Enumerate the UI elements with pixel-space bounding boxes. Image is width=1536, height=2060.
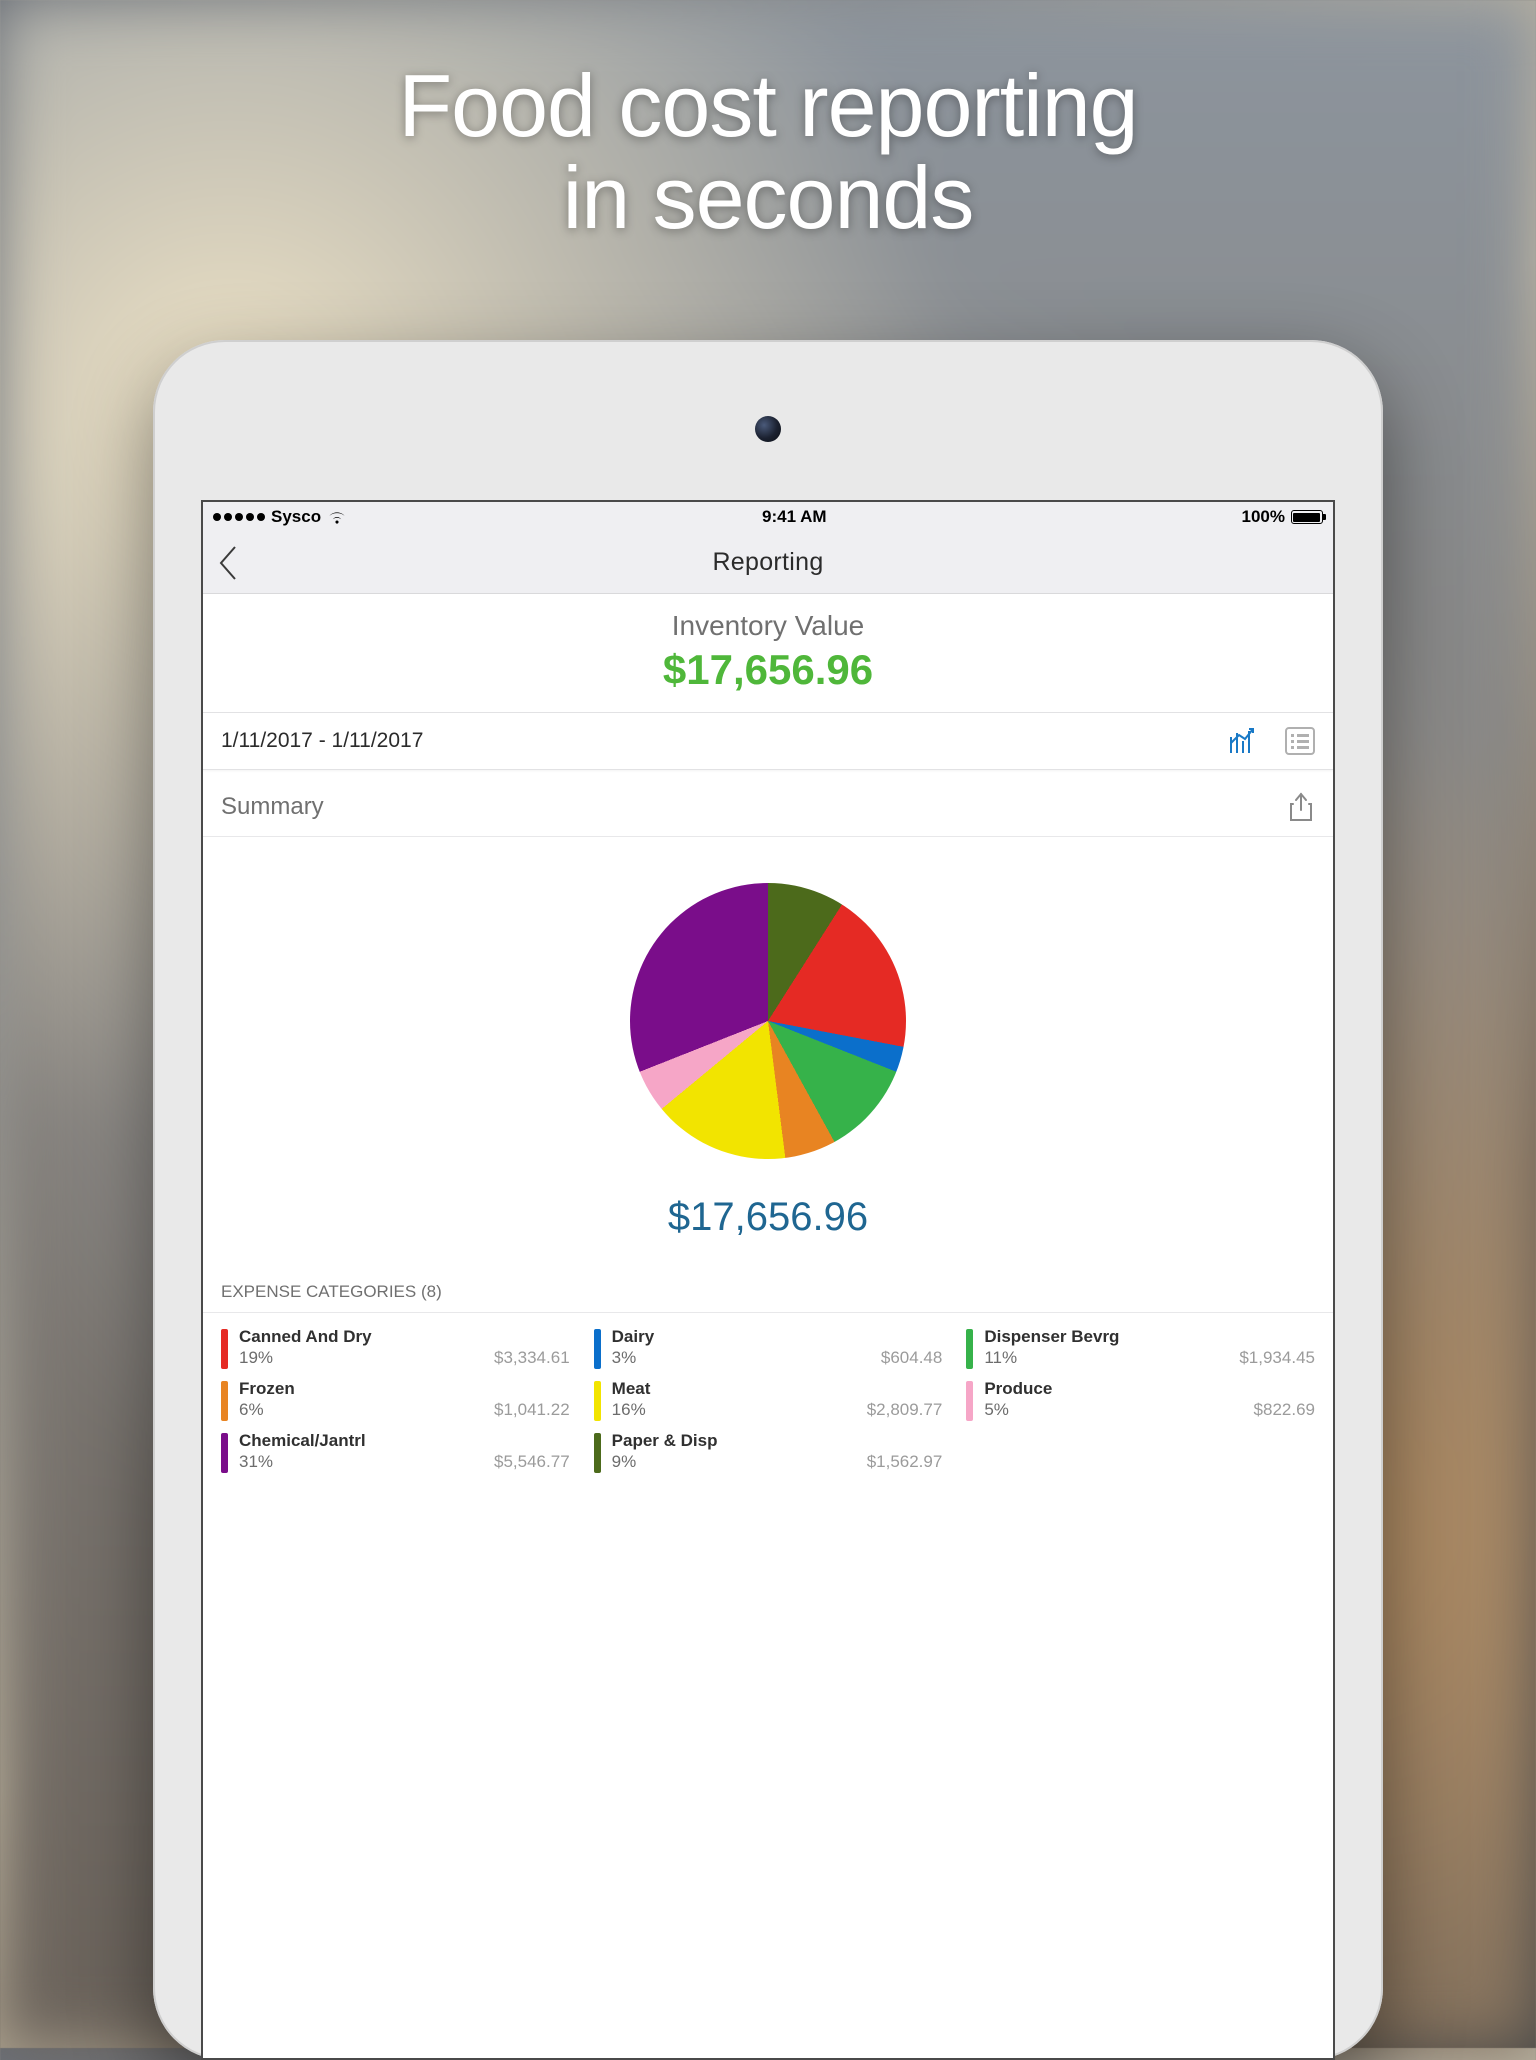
date-range[interactable]: 1/11/2017 - 1/11/2017 — [221, 729, 423, 753]
expense-item[interactable]: Dairy3% $604.48 — [594, 1327, 943, 1369]
expense-item[interactable]: Meat16% $2,809.77 — [594, 1379, 943, 1421]
color-swatch — [966, 1329, 973, 1369]
expense-pct: 6% — [239, 1400, 484, 1421]
expense-name: Produce — [984, 1379, 1243, 1400]
expense-amount: $5,546.77 — [494, 1452, 570, 1473]
front-camera — [755, 416, 781, 442]
back-button[interactable] — [217, 545, 239, 581]
expense-item[interactable]: Paper & Disp9% $1,562.97 — [594, 1431, 943, 1473]
expense-pct: 11% — [984, 1348, 1229, 1369]
color-swatch — [594, 1381, 601, 1421]
expense-pct: 19% — [239, 1348, 484, 1369]
expense-amount: $604.48 — [881, 1348, 942, 1369]
battery-pct: 100% — [1242, 507, 1285, 527]
summary-header-row: Summary — [203, 770, 1333, 837]
expense-pie-chart[interactable] — [630, 883, 906, 1159]
share-icon[interactable] — [1287, 792, 1315, 822]
page-title: Reporting — [712, 548, 823, 577]
status-bar: Sysco 9:41 AM 100% — [203, 502, 1333, 532]
expense-pct: 5% — [984, 1400, 1243, 1421]
expense-pct: 9% — [612, 1452, 857, 1473]
expense-categories-grid: Canned And Dry19% $3,334.61 Dairy3% $604.48… — [203, 1313, 1333, 1473]
expense-amount: $1,041.22 — [494, 1400, 570, 1421]
expense-name: Chemical/Jantrl — [239, 1431, 484, 1452]
nav-bar: Reporting — [203, 532, 1333, 594]
list-view-icon[interactable] — [1285, 727, 1315, 755]
color-swatch — [594, 1433, 601, 1473]
promo-line1: Food cost reporting — [0, 60, 1536, 152]
color-swatch — [966, 1381, 973, 1421]
expense-name: Canned And Dry — [239, 1327, 484, 1348]
expense-amount: $822.69 — [1254, 1400, 1315, 1421]
expense-pct: 16% — [612, 1400, 857, 1421]
carrier-label: Sysco — [271, 507, 321, 527]
color-swatch — [594, 1329, 601, 1369]
date-filter-row: 1/11/2017 - 1/11/2017 — [203, 713, 1333, 770]
expense-name: Paper & Disp — [612, 1431, 857, 1452]
inventory-value-amount: $17,656.96 — [203, 646, 1333, 694]
expense-name: Meat — [612, 1379, 857, 1400]
expense-item[interactable]: Frozen6% $1,041.22 — [221, 1379, 570, 1421]
expense-name: Dairy — [612, 1327, 871, 1348]
summary-label: Summary — [221, 793, 324, 821]
promo-headline: Food cost reporting in seconds — [0, 0, 1536, 245]
expense-name: Dispenser Bevrg — [984, 1327, 1229, 1348]
wifi-icon — [327, 510, 347, 524]
expense-item[interactable]: Dispenser Bevrg11% $1,934.45 — [966, 1327, 1315, 1369]
expense-item[interactable]: Chemical/Jantrl31% $5,546.77 — [221, 1431, 570, 1473]
expense-amount: $1,562.97 — [867, 1452, 943, 1473]
expense-categories-header: EXPENSE CATEGORIES (8) — [203, 1250, 1333, 1313]
battery-icon — [1291, 510, 1323, 524]
inventory-value-label: Inventory Value — [203, 610, 1333, 642]
signal-strength-icon — [213, 513, 265, 521]
expense-amount: $3,334.61 — [494, 1348, 570, 1369]
clock: 9:41 AM — [762, 507, 827, 527]
inventory-value-block: Inventory Value $17,656.96 — [203, 594, 1333, 713]
color-swatch — [221, 1329, 228, 1369]
expense-pct: 31% — [239, 1452, 484, 1473]
expense-pct: 3% — [612, 1348, 871, 1369]
color-swatch — [221, 1381, 228, 1421]
expense-amount: $1,934.45 — [1239, 1348, 1315, 1369]
ipad-device-frame: Sysco 9:41 AM 100% Reporting Inventory V… — [153, 340, 1383, 2060]
chart-total: $17,656.96 — [203, 1195, 1333, 1240]
expense-amount: $2,809.77 — [867, 1400, 943, 1421]
expense-item[interactable]: Produce5% $822.69 — [966, 1379, 1315, 1421]
chart-area: $17,656.96 — [203, 837, 1333, 1250]
chart-view-icon[interactable] — [1229, 727, 1259, 755]
expense-name: Frozen — [239, 1379, 484, 1400]
screen: Sysco 9:41 AM 100% Reporting Inventory V… — [201, 500, 1335, 2060]
promo-line2: in seconds — [0, 152, 1536, 244]
color-swatch — [221, 1433, 228, 1473]
expense-item[interactable]: Canned And Dry19% $3,334.61 — [221, 1327, 570, 1369]
